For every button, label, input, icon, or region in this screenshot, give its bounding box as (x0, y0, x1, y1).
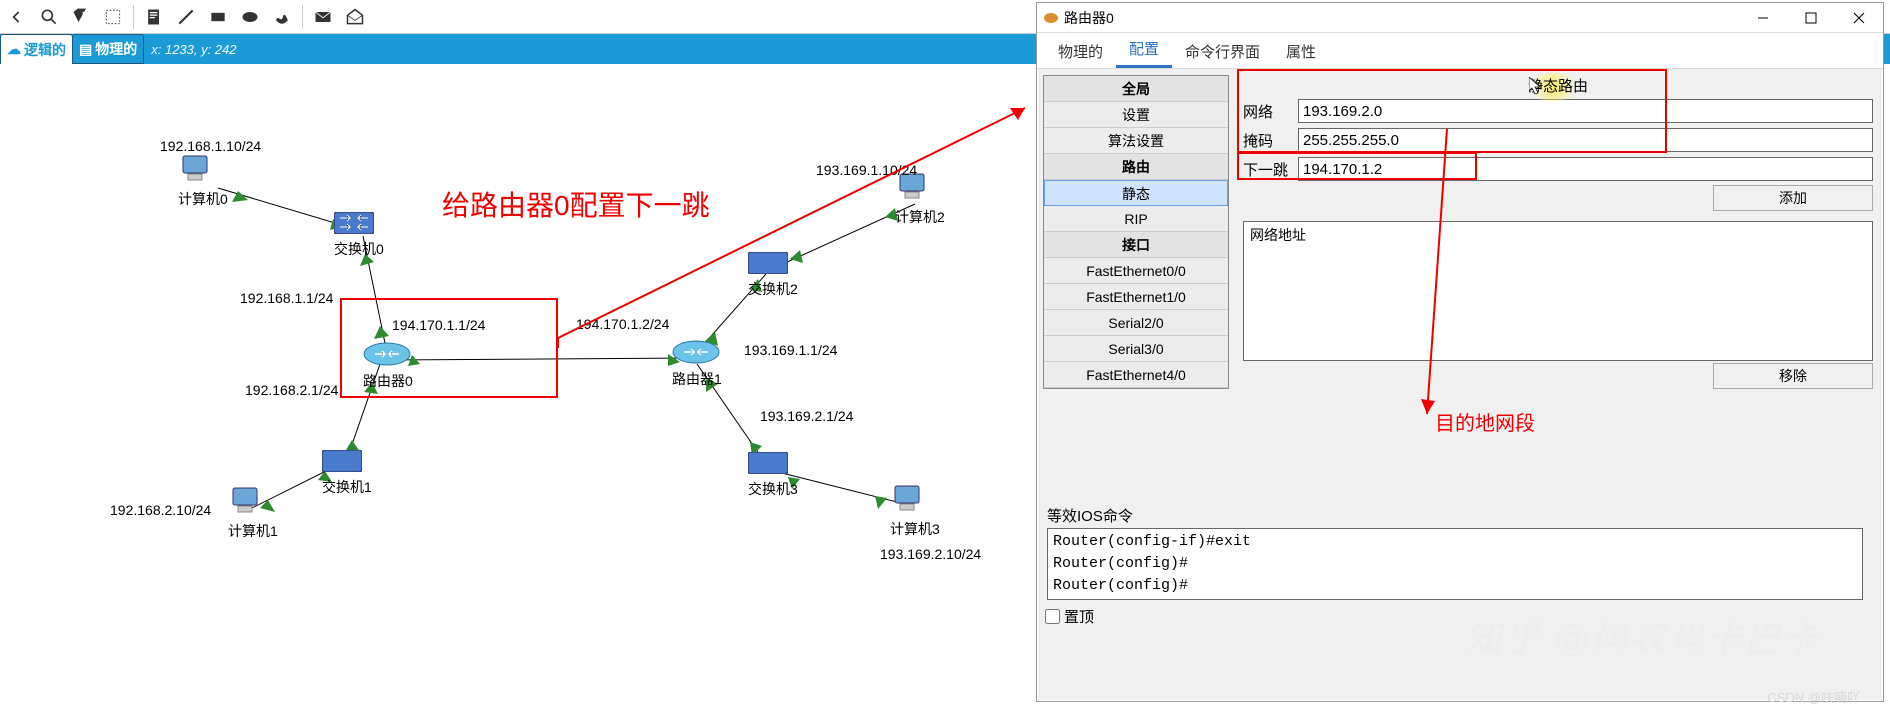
envelope-closed-icon[interactable] (308, 3, 338, 31)
remove-button[interactable]: 移除 (1713, 363, 1873, 389)
device-switch3[interactable]: 交换机3 (748, 452, 798, 499)
resize-icon[interactable] (98, 3, 128, 31)
device-switch1[interactable]: 交换机1 (322, 450, 372, 497)
ellipse-icon[interactable] (235, 3, 265, 31)
maximize-button[interactable] (1787, 3, 1835, 33)
panel-item-static[interactable]: 静态 (1044, 180, 1228, 206)
ip-label: 193.169.1.1/24 (744, 342, 837, 358)
line-icon[interactable] (171, 3, 201, 31)
panel-item-interface[interactable]: FastEthernet4/0 (1044, 362, 1228, 388)
switch-icon (748, 252, 788, 274)
router-icon (672, 340, 720, 364)
rect-icon[interactable] (203, 3, 233, 31)
close-button[interactable] (1835, 3, 1883, 33)
server-icon: ▤ (79, 41, 92, 58)
switch-icon (334, 212, 374, 234)
pc-icon (228, 486, 262, 516)
panel-item-rip[interactable]: RIP (1044, 206, 1228, 232)
tab-label: 物理的 (95, 39, 137, 59)
device-pc2[interactable]: 计算机2 (895, 172, 945, 227)
pc-icon (890, 484, 924, 514)
red-highlight-router0 (340, 298, 558, 398)
device-label: 交换机1 (322, 477, 372, 497)
device-label: 交换机3 (748, 479, 798, 499)
tab-physical[interactable]: 物理的 (1045, 35, 1116, 68)
panel-item-algorithm[interactable]: 算法设置 (1044, 128, 1228, 154)
router-config-dialog: 路由器0 物理的 配置 命令行界面 属性 全局 设置 算法设置 路由 静态 RI… (1036, 2, 1884, 702)
panel-heading-routing: 路由 (1044, 154, 1228, 180)
device-pc1[interactable]: 计算机1 (228, 486, 278, 541)
device-switch0[interactable]: 交换机0 (334, 212, 384, 259)
ip-label: 192.168.1.1/24 (240, 290, 333, 306)
tab-cli[interactable]: 命令行界面 (1172, 35, 1273, 68)
toolbar-separator (133, 5, 134, 29)
device-label: 计算机2 (895, 207, 945, 227)
search-icon[interactable] (34, 3, 64, 31)
minimize-button[interactable] (1739, 3, 1787, 33)
ip-label: 192.168.1.10/24 (160, 138, 261, 154)
ip-label: 192.168.2.1/24 (245, 382, 338, 398)
list-header: 网络地址 (1250, 227, 1306, 243)
ip-label: 193.169.2.1/24 (760, 408, 853, 424)
device-label: 计算机3 (890, 519, 940, 539)
footer-watermark: CSDN @呋喃吖 (1767, 687, 1860, 706)
ip-label: 193.169.2.10/24 (880, 546, 981, 562)
ip-label: 192.168.2.10/24 (110, 502, 211, 518)
panel-item-settings[interactable]: 设置 (1044, 102, 1228, 128)
tab-label: 逻辑的 (24, 40, 66, 60)
red-highlight-network-mask (1237, 69, 1667, 153)
ip-label: 194.170.1.2/24 (576, 316, 669, 332)
toolbar-separator (302, 5, 303, 29)
device-label: 路由器1 (672, 369, 722, 389)
add-button[interactable]: 添加 (1713, 185, 1873, 211)
switch-icon (748, 452, 788, 474)
tab-config[interactable]: 配置 (1116, 32, 1172, 68)
panel-heading-global: 全局 (1044, 76, 1228, 102)
dialog-titlebar[interactable]: 路由器0 (1037, 3, 1883, 33)
back-icon[interactable] (2, 3, 32, 31)
router-app-icon (1043, 10, 1059, 26)
panel-item-interface[interactable]: FastEthernet0/0 (1044, 258, 1228, 284)
tab-logical[interactable]: ☁ 逻辑的 (0, 34, 73, 64)
dialog-title: 路由器0 (1064, 8, 1114, 28)
panel-item-interface[interactable]: FastEthernet1/0 (1044, 284, 1228, 310)
device-label: 计算机1 (228, 521, 278, 541)
device-label: 计算机0 (178, 189, 228, 209)
panel-heading-interfaces: 接口 (1044, 232, 1228, 258)
tab-physical[interactable]: ▤ 物理的 (72, 34, 144, 64)
device-label: 交换机2 (748, 279, 798, 299)
cursor-coordinates: x: 1233, y: 242 (151, 42, 236, 57)
config-side-panel: 全局 设置 算法设置 路由 静态 RIP 接口 FastEthernet0/0 … (1043, 75, 1229, 389)
annotation-config-title: 给路由器0配置下一跳 (442, 184, 710, 224)
cloud-icon: ☁ (7, 41, 21, 58)
switch-icon (322, 450, 362, 472)
device-router1[interactable]: 路由器1 (672, 340, 722, 389)
panel-item-interface[interactable]: Serial3/0 (1044, 336, 1228, 362)
delete-selector-icon[interactable] (66, 3, 96, 31)
device-pc3[interactable]: 计算机3 (890, 484, 940, 539)
route-list-area[interactable]: 网络地址 (1243, 221, 1873, 361)
dialog-tabs: 物理的 配置 命令行界面 属性 (1037, 33, 1883, 69)
device-switch2[interactable]: 交换机2 (748, 252, 798, 299)
pc-icon (178, 154, 212, 184)
tab-attributes[interactable]: 属性 (1273, 35, 1329, 68)
panel-item-interface[interactable]: Serial2/0 (1044, 310, 1228, 336)
red-highlight-nexthop (1237, 152, 1477, 180)
device-pc0[interactable]: 计算机0 (178, 154, 228, 209)
freeform-icon[interactable] (267, 3, 297, 31)
device-label: 交换机0 (334, 239, 384, 259)
annotation-dest-segment: 目的地网段 (1435, 407, 1535, 436)
note-icon[interactable] (139, 3, 169, 31)
ip-label: 193.169.1.10/24 (816, 162, 917, 178)
envelope-open-icon[interactable] (340, 3, 370, 31)
